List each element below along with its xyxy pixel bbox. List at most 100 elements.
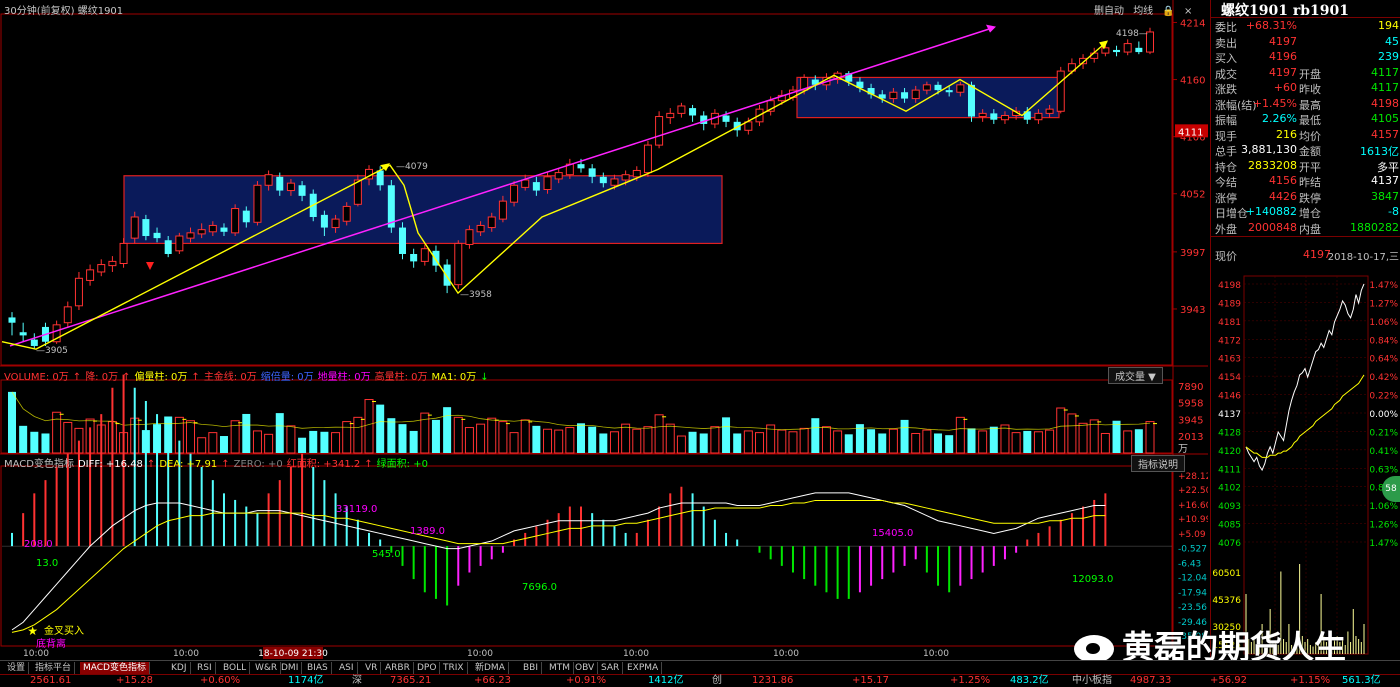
indicator-tab[interactable]: 新DMA <box>472 662 509 674</box>
indicator-tab[interactable]: DMI <box>278 662 303 674</box>
indicator-tab[interactable]: TRIX <box>440 662 468 674</box>
main-chart-area[interactable]: 4214 4160 4106 4052 3997 3943 4111 —4079 —3958 —3… <box>0 0 1208 660</box>
volume-bar-down <box>8 391 16 453</box>
mini-price-tick: 4102 <box>1218 484 1241 494</box>
macd-legend-item: MACD变色指标 <box>4 459 74 470</box>
indicator-tab[interactable]: 指标平台 <box>32 662 76 674</box>
volume-tick-label: 7890 <box>1178 382 1203 393</box>
candle-body-down <box>320 214 328 228</box>
mini-pct-tick: 1.06% <box>1369 502 1398 512</box>
mini-price-tick: 4198 <box>1218 281 1241 291</box>
indicator-tab[interactable]: BBI <box>520 662 543 674</box>
volume-bar-up <box>520 419 530 454</box>
volume-bar-up <box>476 423 486 454</box>
macd-legend-item: ↑ <box>364 459 373 470</box>
volume-bar-down <box>1134 429 1143 453</box>
indicator-tab[interactable]: DPO <box>414 662 441 674</box>
volume-bar-up <box>955 416 965 454</box>
quote-label: 现手 <box>1215 129 1237 143</box>
quote-row: 涨幅(结) +1.45% 最高 4198 <box>1211 97 1400 112</box>
price-tick-label: 4214 <box>1180 18 1205 29</box>
mini-pct-tick: 0.84% <box>1369 336 1398 346</box>
status-item: 7365.21 <box>390 675 432 686</box>
indicator-tab[interactable]: ARBR <box>382 662 414 674</box>
volume-bar-up <box>676 435 686 454</box>
quote-row: 委比 +68.31% 194 <box>1211 19 1400 34</box>
candle-body-down <box>1135 47 1143 53</box>
candle-body-down <box>398 227 406 254</box>
volume-selector[interactable]: 成交量 ▼ <box>1108 367 1163 384</box>
volume-bar-up <box>364 399 374 454</box>
close-icon[interactable]: × <box>1184 6 1192 17</box>
indicator-tab[interactable]: EXPMA <box>624 662 663 674</box>
volume-bar-up <box>1078 422 1088 454</box>
mini-price-tick: 4163 <box>1218 355 1241 365</box>
volume-bar-down <box>19 425 28 453</box>
volume-legend-item: 缩倍量: 0万 <box>260 372 314 383</box>
mini-pct-tick: 0.42% <box>1369 373 1398 383</box>
indicator-tab[interactable]: RSI <box>194 662 216 674</box>
indicator-tab[interactable]: OBV <box>572 662 599 674</box>
ma-button[interactable]: 均线 <box>1133 6 1153 17</box>
time-axis-label: 10:00 <box>23 649 49 659</box>
intraday-chart-svg[interactable]: 4198 1.47% 4189 1.27% 4181 1.06% 4172 0.84% 4163… <box>1212 272 1400 658</box>
volume-bar-up <box>1033 431 1043 454</box>
indicator-help-button[interactable]: 指标说明 <box>1131 455 1185 472</box>
indicator-tab[interactable]: MTM <box>546 662 575 674</box>
quote-value: 4117 <box>1371 65 1399 79</box>
lock-icon[interactable]: 🔒 <box>1162 6 1174 17</box>
macd-value-label: 33119.0 <box>336 504 377 515</box>
volume-bar-down <box>1112 420 1121 453</box>
volume-bar-up <box>1123 430 1133 454</box>
weibo-icon <box>1074 635 1114 663</box>
mini-pct-tick: 1.47% <box>1369 281 1398 291</box>
macd-tick-label: +5.09 <box>1178 530 1206 540</box>
indicator-tab[interactable]: SAR <box>598 662 624 674</box>
quote-label: 涨停 <box>1215 191 1237 205</box>
quote-value: 多平 <box>1377 160 1399 174</box>
intraday-mini-chart[interactable]: 4198 1.47% 4189 1.27% 4181 1.06% 4172 0.84% 4163… <box>1212 272 1400 658</box>
quote-label: 开平 <box>1299 160 1321 174</box>
quote-label: 振幅 <box>1215 114 1237 127</box>
macd-tick-label: -6.43 <box>1178 559 1201 569</box>
indicator-tab[interactable]: 设置 <box>4 662 30 674</box>
quote-row: 现手 216 均价 4157 <box>1211 128 1400 143</box>
status-item: 创 <box>712 675 722 686</box>
quote-value: 1880282 <box>1350 220 1399 234</box>
volume-bar-up <box>710 426 720 454</box>
macd-tick-label: -0.527 <box>1178 544 1207 554</box>
realtime-row: 现价 4197 2018-10-17,三 <box>1211 248 1400 263</box>
candle-body-up <box>119 242 128 265</box>
indicator-tab[interactable]: ASI <box>336 662 358 674</box>
volume-bar-up <box>63 421 73 454</box>
kline-chart-svg[interactable]: 4214416041064052399739434111—4079—3958—3… <box>0 0 1208 660</box>
indicator-tab[interactable]: BIAS <box>304 662 332 674</box>
indicator-tab[interactable]: BOLL <box>220 662 251 674</box>
delete-auto-button[interactable]: 删自动 <box>1094 6 1124 17</box>
candle-body-up <box>331 218 340 229</box>
candle-body-up <box>666 112 675 119</box>
indicator-tab[interactable]: KDJ <box>168 662 191 674</box>
indicator-tab[interactable]: W&R <box>252 662 282 674</box>
candle-body-up <box>911 89 920 100</box>
high-annotation: —4079 <box>396 162 428 172</box>
macd-tick-label: +22.50 <box>1178 486 1208 496</box>
volume-bar-up <box>286 425 296 454</box>
candle-body-up <box>1034 112 1043 121</box>
candle-body-up <box>1101 47 1110 54</box>
time-axis-label: 10:00 <box>173 649 199 659</box>
volume-bar-up <box>453 416 463 454</box>
quote-label: 今结 <box>1215 176 1237 189</box>
mini-vol-tick: 45376 <box>1212 596 1241 606</box>
candle-body-up <box>130 216 139 239</box>
candle-body-up <box>465 229 474 245</box>
candle-body-up <box>63 306 72 324</box>
volume-bar-up <box>208 432 218 454</box>
status-item: +15.28 <box>116 675 154 686</box>
mini-price-tick: 4146 <box>1218 392 1241 402</box>
indicator-tab[interactable]: VR <box>362 662 382 674</box>
mini-price-tick: 4154 <box>1218 373 1241 383</box>
macd-tick-label: +16.60 <box>1178 501 1208 511</box>
indicator-tab[interactable]: MACD变色指标 <box>80 662 150 674</box>
price-tick-label: 3997 <box>1180 248 1205 259</box>
